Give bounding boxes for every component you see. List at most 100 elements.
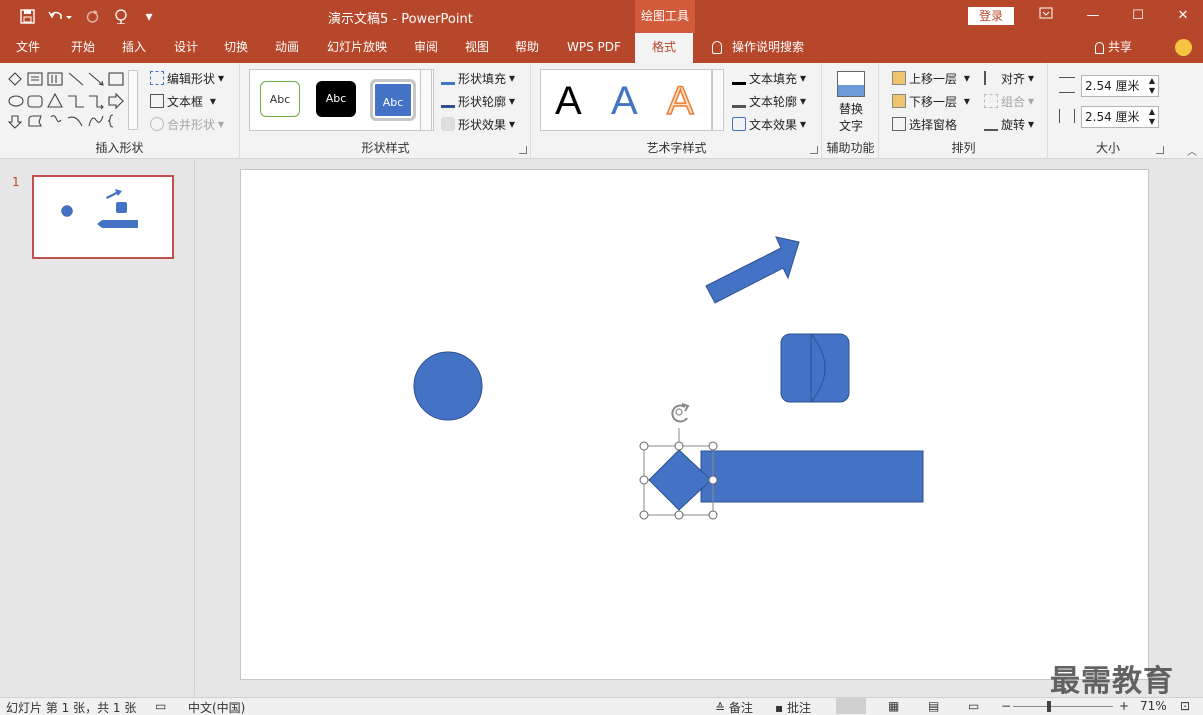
spell-check-icon[interactable]: ▭: [155, 699, 166, 713]
slideshow-view-icon[interactable]: ▭: [968, 699, 979, 713]
text-outline-button[interactable]: 文本轮廓 ▾: [732, 92, 806, 110]
align-button[interactable]: 对齐 ▾: [984, 69, 1034, 87]
vertical-scrollbar[interactable]: [1186, 160, 1203, 690]
selection-pane-button[interactable]: 选择窗格: [892, 115, 957, 133]
presenter-icon[interactable]: [110, 0, 132, 33]
tab-design[interactable]: 设计: [172, 33, 200, 63]
tab-view[interactable]: 视图: [463, 33, 491, 63]
tab-animations[interactable]: 动画: [273, 33, 301, 63]
edit-shape-icon: [150, 71, 164, 85]
wordart-scroll[interactable]: [712, 69, 724, 131]
shape-width-input[interactable]: 2.54 厘米 ▲ ▼: [1081, 106, 1159, 128]
undo-icon[interactable]: [46, 0, 74, 33]
chevron-down-icon: ▾: [960, 71, 970, 85]
shape-fill-button[interactable]: 形状填充 ▾: [441, 69, 515, 87]
style-swatch-blue-selected[interactable]: Abc: [370, 79, 416, 121]
send-backward-button[interactable]: 下移一层 ▾: [892, 92, 970, 110]
text-effects-button[interactable]: 文本效果 ▾: [732, 115, 806, 133]
wordart-launcher[interactable]: [810, 146, 818, 154]
edit-shape-button[interactable]: 编辑形状 ▾: [150, 69, 224, 87]
comments-button[interactable]: ▪ 批注: [775, 699, 811, 715]
slide-canvas[interactable]: [240, 169, 1149, 680]
notes-button[interactable]: ≙ 备注: [715, 699, 753, 715]
redo-icon[interactable]: [82, 0, 102, 33]
chevron-down-icon: ▾: [206, 94, 216, 108]
long-rectangle-shape[interactable]: [700, 450, 924, 503]
shape-effects-button[interactable]: 形状效果 ▾: [441, 115, 515, 133]
zoom-out-button[interactable]: −: [1001, 699, 1011, 713]
shapes-gallery[interactable]: [6, 70, 136, 130]
width-spinner[interactable]: ▲ ▼: [1149, 107, 1155, 127]
fit-slide-icon[interactable]: ⊡: [1180, 699, 1190, 713]
style-swatch-black[interactable]: Abc: [316, 81, 356, 117]
shape-height-input[interactable]: 2.54 厘米 ▲ ▼: [1081, 75, 1159, 97]
chevron-down-icon: ▾: [800, 117, 807, 131]
rotate-label: 旋转: [1001, 117, 1026, 132]
rounded-rectangle-shape[interactable]: [780, 333, 850, 403]
text-outline-icon: [732, 94, 746, 108]
tab-file[interactable]: 文件: [14, 33, 42, 63]
tab-help[interactable]: 帮助: [513, 33, 541, 63]
shape-styles-scroll[interactable]: [420, 69, 432, 131]
slide-thumbnail[interactable]: [32, 175, 174, 259]
shape-styles-gallery[interactable]: Abc Abc Abc: [249, 69, 434, 131]
maximize-button[interactable]: ☐: [1118, 0, 1158, 33]
zoom-slider-thumb[interactable]: [1047, 701, 1051, 712]
smiley-feedback-icon[interactable]: [1175, 39, 1192, 56]
shape-styles-launcher[interactable]: [519, 146, 527, 154]
tab-wps-pdf[interactable]: WPS PDF: [565, 33, 623, 63]
zoom-level[interactable]: 71%: [1140, 699, 1167, 713]
size-launcher[interactable]: [1156, 146, 1164, 154]
minimize-button[interactable]: —: [1073, 0, 1113, 33]
shape-outline-button[interactable]: 形状轮廓 ▾: [441, 92, 515, 110]
text-box-icon: [150, 94, 164, 108]
ribbon-display-options-icon[interactable]: [1026, 0, 1066, 33]
text-fill-label: 文本填充: [749, 71, 798, 86]
customize-toolbar-icon[interactable]: ▾: [142, 0, 156, 33]
language-indicator[interactable]: 中文(中国): [188, 699, 245, 715]
text-fill-button[interactable]: 文本填充 ▾: [732, 69, 806, 87]
login-button[interactable]: 登录: [968, 7, 1014, 25]
window-title: 演示文稿5 - PowerPoint: [328, 12, 473, 27]
wordart-blue[interactable]: A: [611, 76, 638, 126]
shape-height-value: 2.54 厘米: [1085, 79, 1140, 93]
bring-forward-button[interactable]: 上移一层 ▾: [892, 69, 970, 87]
text-box-button[interactable]: 文本框 ▾: [150, 92, 216, 110]
group-objects-button[interactable]: 组合 ▾: [984, 92, 1034, 110]
slide-sorter-view-icon[interactable]: ▦: [888, 699, 899, 713]
tab-insert[interactable]: 插入: [120, 33, 148, 63]
tab-review[interactable]: 审阅: [412, 33, 440, 63]
reading-view-icon[interactable]: ▤: [928, 699, 939, 713]
tab-format[interactable]: 格式: [635, 33, 693, 63]
send-backward-icon: [892, 94, 906, 108]
arrow-shape[interactable]: [705, 236, 800, 304]
share-button[interactable]: 共享: [1095, 33, 1132, 63]
alt-text-button[interactable]: 替换 文字: [833, 71, 869, 135]
rotate-button[interactable]: 旋转 ▾: [984, 115, 1034, 133]
shapes-gallery-scroll[interactable]: [128, 70, 138, 130]
tell-me-search[interactable]: 操作说明搜索: [712, 33, 804, 63]
height-spinner[interactable]: ▲ ▼: [1149, 76, 1155, 96]
wordart-black[interactable]: A: [555, 76, 582, 126]
group-label-wordart: 艺术字样式: [646, 141, 707, 155]
slide-thumbnail-preview: [61, 189, 138, 228]
ribbon-tabs: 文件 开始 插入 设计 切换 动画 幻灯片放映 审阅 视图 帮助 WPS PDF…: [0, 33, 1203, 63]
normal-view-button[interactable]: [836, 698, 866, 714]
close-button[interactable]: ✕: [1163, 0, 1203, 33]
text-outline-label: 文本轮廓: [749, 94, 798, 109]
merge-shapes-button[interactable]: 合并形状 ▾: [150, 115, 224, 133]
tab-slideshow[interactable]: 幻灯片放映: [325, 33, 389, 63]
save-icon[interactable]: [16, 0, 38, 33]
tab-transitions[interactable]: 切换: [222, 33, 250, 63]
style-swatch-outline[interactable]: Abc: [260, 81, 300, 117]
zoom-slider-track[interactable]: [1013, 706, 1113, 707]
collapse-ribbon-icon[interactable]: ︿: [1187, 143, 1197, 158]
shape-fill-label: 形状填充: [458, 71, 507, 86]
tab-home[interactable]: 开始: [69, 33, 97, 63]
chevron-down-icon: ▾: [1028, 117, 1035, 131]
wordart-gallery[interactable]: A A A: [540, 69, 712, 131]
rotate-handle-icon[interactable]: [671, 403, 690, 423]
zoom-in-button[interactable]: +: [1119, 699, 1129, 713]
circle-shape[interactable]: [413, 351, 483, 421]
wordart-orange-outline[interactable]: A: [666, 76, 694, 126]
